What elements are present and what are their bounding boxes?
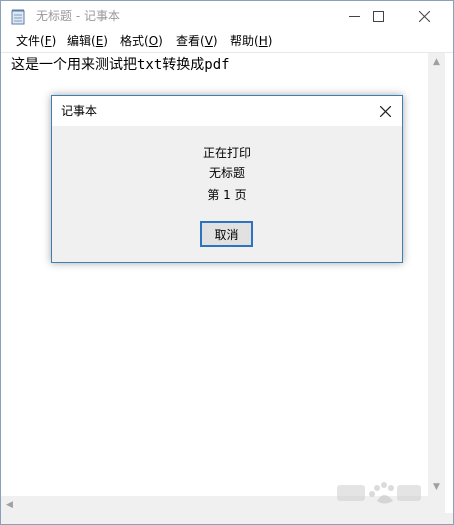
menu-bar: 文件(F) 编辑(E) 格式(O) 查看(V) 帮助(H) <box>1 31 453 51</box>
close-icon <box>379 105 391 117</box>
menu-file-end: ) <box>51 34 57 48</box>
dialog-title-bar[interactable]: 记事本 <box>52 96 402 126</box>
scroll-down-arrow-icon[interactable]: ▼ <box>428 482 445 492</box>
menu-help-key: H <box>258 34 268 48</box>
menu-help[interactable]: 帮助(H) <box>230 34 272 48</box>
menu-edit-end: ) <box>103 34 108 48</box>
menu-view[interactable]: 查看(V) <box>176 34 218 48</box>
menu-view-end: ) <box>212 34 218 48</box>
close-icon <box>418 10 430 22</box>
menu-edit[interactable]: 编辑(E) <box>67 34 108 48</box>
baidu-watermark-icon <box>337 482 421 504</box>
menu-file-key: F <box>44 34 52 48</box>
menu-format-end: ) <box>158 34 163 48</box>
maximize-button[interactable] <box>355 1 401 31</box>
document-name: 无标题 <box>208 166 245 180</box>
maximize-icon <box>372 10 384 22</box>
menu-format[interactable]: 格式(O) <box>120 34 163 48</box>
close-button[interactable] <box>401 1 447 31</box>
cancel-button[interactable]: 取消 <box>200 221 253 247</box>
menu-help-end: ) <box>267 34 273 48</box>
menu-help-label: 帮助( <box>230 34 259 48</box>
menu-file[interactable]: 文件(F) <box>16 34 56 48</box>
scroll-up-arrow-icon[interactable]: ▲ <box>428 57 445 67</box>
menu-edit-label: 编辑( <box>67 34 96 48</box>
print-dialog: 记事本 正在打印 无标题 第 1 页 取消 <box>51 95 403 263</box>
editor-content: 这是一个用来测试把txt转换成pdf <box>11 57 230 73</box>
scrollbar-corner <box>428 496 445 513</box>
menu-file-label: 文件( <box>16 34 45 48</box>
printing-status: 正在打印 <box>202 146 251 160</box>
menu-view-label: 查看( <box>176 34 205 48</box>
vertical-scrollbar[interactable]: ▲ ▼ <box>428 53 445 496</box>
dialog-title: 记事本 <box>61 104 98 118</box>
page-indicator: 第 1 页 <box>207 188 247 202</box>
window-title: 无标题 - 记事本 <box>36 9 120 23</box>
bottom-strip <box>1 513 453 524</box>
scroll-left-arrow-icon[interactable]: ◀ <box>1 500 18 510</box>
notepad-icon <box>11 9 25 25</box>
menu-view-key: V <box>204 34 213 48</box>
title-bar[interactable]: 无标题 - 记事本 <box>1 1 453 31</box>
notepad-window: 无标题 - 记事本 文件(F) 编辑(E) 格式(O) 查看(V) 帮助(H) … <box>0 0 454 525</box>
menu-format-key: O <box>148 34 159 48</box>
dialog-close-button[interactable] <box>368 96 402 126</box>
menu-format-label: 格式( <box>120 34 149 48</box>
